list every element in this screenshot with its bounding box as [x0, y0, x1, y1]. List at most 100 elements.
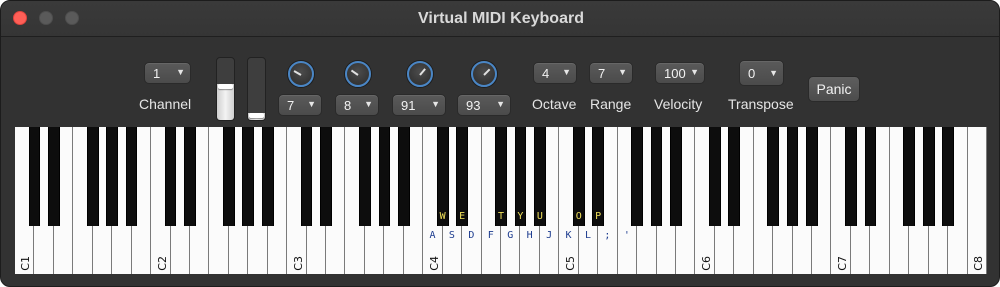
- octave-label: C3: [291, 256, 305, 271]
- black-key[interactable]: [922, 127, 935, 226]
- controller-knob[interactable]: [288, 61, 314, 87]
- key-shortcut-label: L: [584, 230, 591, 241]
- octave-combo[interactable]: 4 ▼: [533, 62, 577, 84]
- key-shortcut-label: S: [448, 230, 455, 241]
- octave-label: C4: [427, 256, 441, 271]
- black-key[interactable]: [845, 127, 857, 226]
- key-shortcut-label: H: [526, 230, 533, 241]
- chevron-down-icon: ▼: [690, 67, 699, 77]
- chevron-down-icon: ▼: [431, 99, 440, 109]
- black-key[interactable]: W: [436, 127, 449, 226]
- slider-fill: [248, 112, 265, 120]
- octave-value: 4: [542, 66, 550, 81]
- key-shortcut-label: G: [507, 230, 514, 241]
- bender-slider[interactable]: [247, 57, 266, 121]
- controller-value: 93: [466, 98, 481, 113]
- velocity-label: Velocity: [654, 96, 703, 112]
- knob-pointer: [419, 68, 426, 76]
- black-key[interactable]: [223, 127, 235, 226]
- black-key[interactable]: [709, 127, 721, 226]
- key-shortcut-label: P: [595, 211, 602, 222]
- black-key[interactable]: [261, 127, 274, 226]
- black-key[interactable]: [378, 127, 391, 226]
- black-key[interactable]: [300, 127, 313, 226]
- key-shortcut-label: T: [497, 211, 504, 222]
- velocity-combo[interactable]: 100 ▼: [655, 62, 705, 84]
- black-key[interactable]: [242, 127, 255, 226]
- controller-combo[interactable]: 91 ▼: [392, 94, 446, 116]
- controller-value: 8: [344, 98, 352, 113]
- black-key[interactable]: [631, 127, 643, 226]
- controller-combo[interactable]: 8 ▼: [335, 94, 379, 116]
- octave-label: C2: [155, 256, 169, 271]
- controller-value: 7: [287, 98, 295, 113]
- octave-label: C1: [19, 256, 33, 271]
- black-key[interactable]: [125, 127, 138, 226]
- chevron-down-icon: ▼: [364, 99, 373, 109]
- black-key[interactable]: [864, 127, 877, 226]
- key-shortcut-label: ;: [604, 230, 611, 241]
- white-key[interactable]: C8: [967, 127, 987, 274]
- controller-combo[interactable]: 7 ▼: [278, 94, 322, 116]
- knob-pointer: [350, 69, 359, 76]
- channel-combo[interactable]: 1 ▼: [144, 62, 191, 84]
- knob-pointer: [293, 70, 302, 76]
- black-key[interactable]: [728, 127, 741, 226]
- piano-keyboard[interactable]: C1 C2 C3 C4 A S D F G H J C5 K L; ' C6 C7 C8 W E T Y U O P: [15, 127, 987, 274]
- key-shortcut-label: E: [459, 211, 466, 222]
- transpose-value: 0: [748, 66, 756, 81]
- black-key[interactable]: [28, 127, 41, 226]
- transpose-spinbox[interactable]: 0 ▼: [739, 60, 784, 86]
- key-shortcut-label: ': [623, 230, 630, 241]
- chevron-down-icon: ▼: [307, 99, 316, 109]
- chevron-down-icon: ▼: [176, 67, 185, 77]
- range-label: Range: [590, 96, 632, 112]
- range-value: 7: [598, 66, 606, 81]
- knob-pointer: [483, 68, 491, 76]
- black-key[interactable]: [48, 127, 60, 226]
- key-shortcut-label: J: [546, 230, 553, 241]
- black-key[interactable]: [86, 127, 99, 226]
- panic-button[interactable]: Panic: [808, 76, 860, 102]
- black-key[interactable]: [767, 127, 779, 226]
- slider-fill: [217, 84, 234, 120]
- black-key[interactable]: [397, 127, 410, 226]
- black-key[interactable]: [106, 127, 119, 226]
- controller-knob[interactable]: [345, 61, 371, 87]
- controller-value: 91: [401, 98, 416, 113]
- range-combo[interactable]: 7 ▼: [589, 62, 633, 84]
- key-shortcut-label: K: [565, 230, 572, 241]
- black-key[interactable]: O: [572, 127, 585, 226]
- volume-slider[interactable]: [216, 57, 235, 121]
- octave-label: C6: [699, 256, 713, 271]
- window-title: Virtual MIDI Keyboard: [418, 10, 584, 27]
- black-key[interactable]: [903, 127, 916, 226]
- black-key[interactable]: [942, 127, 954, 226]
- octave-label: Octave: [532, 96, 577, 112]
- key-shortcut-label: F: [487, 230, 494, 241]
- black-key[interactable]: [650, 127, 663, 226]
- black-key[interactable]: U: [534, 127, 546, 226]
- chevron-down-icon: ▼: [496, 99, 505, 109]
- controller-knob[interactable]: [407, 61, 433, 87]
- black-key[interactable]: [786, 127, 799, 226]
- chevron-down-icon: ▼: [562, 67, 571, 77]
- black-key[interactable]: [670, 127, 682, 226]
- black-key[interactable]: P: [592, 127, 605, 226]
- black-key[interactable]: Y: [514, 127, 527, 226]
- title-bar[interactable]: Virtual MIDI Keyboard: [1, 1, 999, 37]
- key-shortcut-label: W: [439, 211, 446, 222]
- controller-combo[interactable]: 93 ▼: [457, 94, 511, 116]
- black-key[interactable]: [164, 127, 177, 226]
- controller-knob[interactable]: [471, 61, 497, 87]
- black-key[interactable]: [320, 127, 332, 226]
- black-key[interactable]: [184, 127, 196, 226]
- black-key[interactable]: [359, 127, 371, 226]
- chevron-down-icon: ▼: [618, 67, 627, 77]
- black-key[interactable]: T: [495, 127, 507, 226]
- key-shortcut-label: D: [468, 230, 475, 241]
- vmpk-window: Virtual MIDI Keyboard 1 ▼ Channel 7 ▼ 8 …: [0, 0, 1000, 287]
- octave-label: C7: [835, 256, 849, 271]
- black-key[interactable]: E: [456, 127, 468, 226]
- black-key[interactable]: [806, 127, 818, 226]
